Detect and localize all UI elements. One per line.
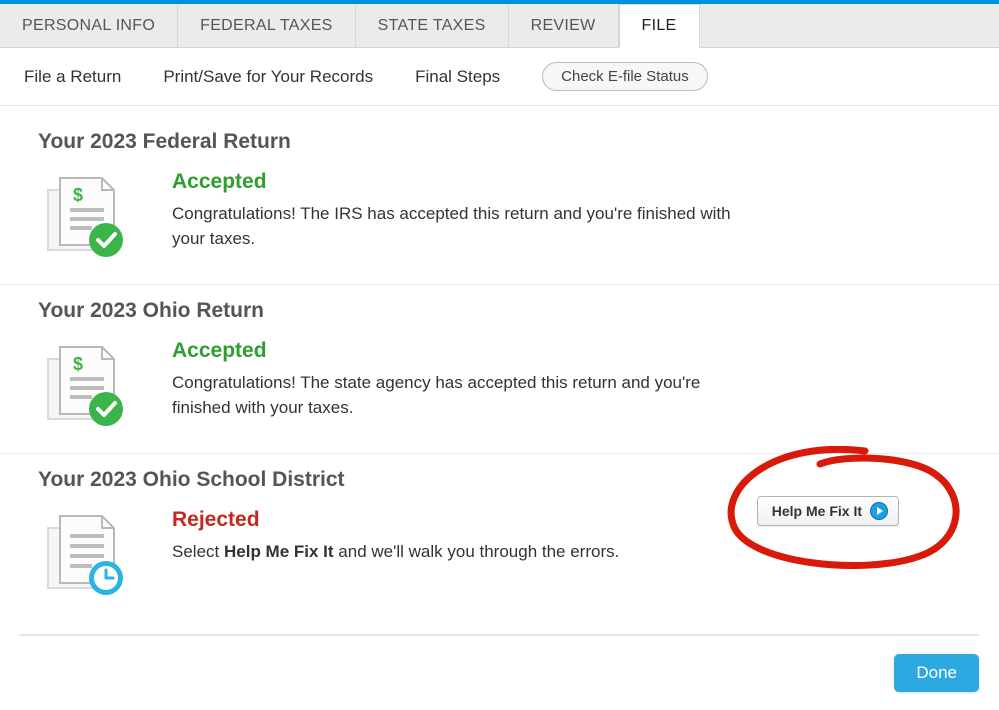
footer-bar: Done [0,636,999,710]
return-block-federal: Your 2023 Federal Return $ [0,116,999,285]
return-block-ohio: Your 2023 Ohio Return $ Ac [0,285,999,454]
status-desc-prefix: Select [172,542,224,561]
status-desc-ohio: Congratulations! The state agency has ac… [172,371,732,420]
return-title-ohio-sd: Your 2023 Ohio School District [38,468,961,492]
nav-final-steps[interactable]: Final Steps [415,67,500,87]
document-accepted-icon: $ [38,337,138,431]
help-me-fix-it-button[interactable]: Help Me Fix It [757,496,899,526]
status-desc-suffix: and we'll walk you through the errors. [334,542,620,561]
status-label-federal: Accepted [172,170,732,194]
done-button[interactable]: Done [894,654,979,692]
return-title-ohio: Your 2023 Ohio Return [38,299,961,323]
return-block-ohio-sd: Your 2023 Ohio School District [0,454,999,622]
document-pending-icon [38,506,138,600]
tab-federal-taxes[interactable]: FEDERAL TAXES [178,4,356,47]
tab-review[interactable]: REVIEW [509,4,619,47]
return-title-federal: Your 2023 Federal Return [38,130,961,154]
nav-check-efile-status[interactable]: Check E-file Status [542,62,708,91]
status-desc-bold: Help Me Fix It [224,542,334,561]
help-me-fix-it-label: Help Me Fix It [772,503,862,519]
nav-file-a-return[interactable]: File a Return [24,67,121,87]
svg-text:$: $ [73,354,83,374]
svg-text:$: $ [73,185,83,205]
tab-personal-info[interactable]: PERSONAL INFO [0,4,178,47]
secondary-nav: File a Return Print/Save for Your Record… [0,48,999,106]
tab-state-taxes[interactable]: STATE TAXES [356,4,509,47]
status-desc-federal: Congratulations! The IRS has accepted th… [172,202,732,251]
play-arrow-icon [870,502,888,520]
efile-status-content: Your 2023 Federal Return $ [0,106,999,710]
status-label-ohio-sd: Rejected [172,508,732,532]
nav-print-save[interactable]: Print/Save for Your Records [163,67,373,87]
document-accepted-icon: $ [38,168,138,262]
tab-file[interactable]: FILE [619,4,700,48]
primary-tabs: PERSONAL INFO FEDERAL TAXES STATE TAXES … [0,4,999,48]
status-label-ohio: Accepted [172,339,732,363]
status-desc-ohio-sd: Select Help Me Fix It and we'll walk you… [172,540,732,565]
